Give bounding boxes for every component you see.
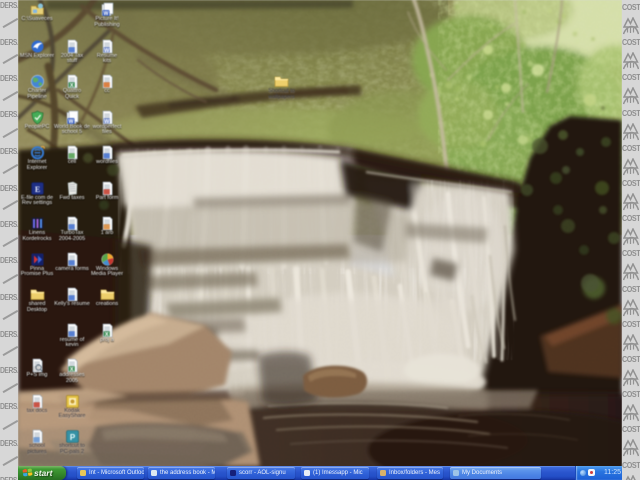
svg-text:X: X xyxy=(69,83,73,89)
svg-text:X: X xyxy=(69,367,73,373)
svg-text:W: W xyxy=(104,48,110,54)
svg-text:X: X xyxy=(104,332,108,338)
svg-text:P: P xyxy=(69,433,75,442)
svg-text:E: E xyxy=(34,185,39,194)
svg-text:W: W xyxy=(68,119,73,125)
svg-text:W: W xyxy=(103,11,108,17)
svg-text:W: W xyxy=(104,119,110,125)
